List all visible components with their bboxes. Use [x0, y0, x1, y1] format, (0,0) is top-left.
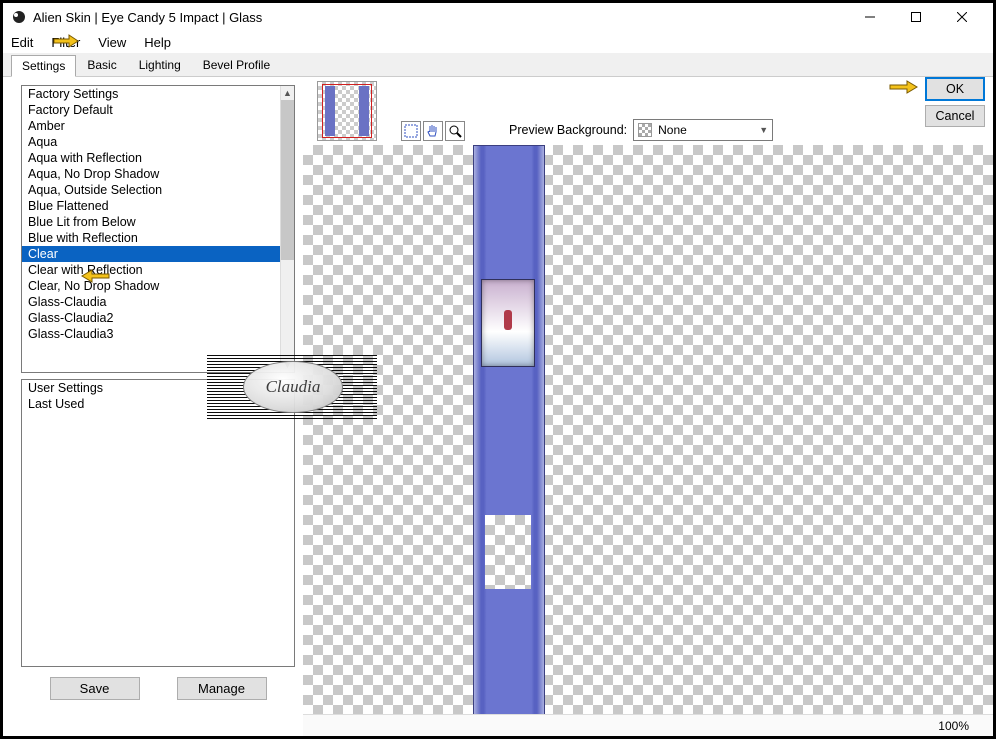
settings-panel: Factory SettingsFactory DefaultAmberAqua… [3, 77, 303, 736]
user-presets-listbox[interactable]: User SettingsLast Used [21, 379, 295, 667]
preset-item[interactable]: Aqua with Reflection [22, 150, 280, 166]
ok-button[interactable]: OK [925, 77, 985, 101]
maximize-button[interactable] [893, 3, 939, 31]
cancel-button[interactable]: Cancel [925, 105, 985, 127]
window-root: Alien Skin | Eye Candy 5 Impact | Glass … [0, 0, 996, 739]
preview-background-select[interactable]: None ▼ [633, 119, 773, 141]
scroll-up-icon[interactable]: ▲ [281, 86, 294, 100]
preset-item[interactable]: Glass-Claudia2 [22, 310, 280, 326]
zoom-level: 100% [938, 719, 969, 733]
chevron-down-icon: ▼ [759, 125, 768, 135]
dialog-action-buttons: OK Cancel [925, 77, 985, 127]
tabs-row: Settings Basic Lighting Bevel Profile [3, 53, 993, 77]
tab-bevel-profile[interactable]: Bevel Profile [192, 54, 281, 76]
preset-item[interactable]: Aqua, Outside Selection [22, 182, 280, 198]
scrollbar[interactable]: ▲ ▼ [280, 86, 294, 372]
preset-item[interactable]: Glass-Claudia [22, 294, 280, 310]
transparent-hole-preview [485, 515, 531, 589]
preset-item[interactable]: Aqua [22, 134, 280, 150]
main-content: Factory SettingsFactory DefaultAmberAqua… [3, 77, 993, 736]
transparency-swatch-icon [638, 123, 652, 137]
preset-item[interactable]: Glass-Claudia3 [22, 326, 280, 342]
preset-item[interactable]: Blue with Reflection [22, 230, 280, 246]
manage-button[interactable]: Manage [177, 677, 267, 700]
tutorial-pointer-icon [51, 29, 81, 53]
zoom-tool-icon[interactable] [445, 121, 465, 141]
preview-thumbnail[interactable] [317, 81, 377, 141]
marquee-tool-icon[interactable] [401, 121, 421, 141]
tutorial-pointer-icon [887, 77, 921, 99]
window-buttons [847, 3, 985, 31]
preview-canvas[interactable] [303, 145, 993, 714]
app-icon [11, 9, 27, 25]
preview-toolbar: Preview Background: None ▼ OK Cancel [303, 77, 993, 145]
tab-lighting[interactable]: Lighting [128, 54, 192, 76]
preset-item[interactable]: Factory Default [22, 102, 280, 118]
preset-item[interactable]: Clear, No Drop Shadow [22, 278, 280, 294]
close-button[interactable] [939, 3, 985, 31]
tutorial-pointer-icon [78, 264, 112, 288]
preset-item[interactable]: Clear with Reflection [22, 262, 280, 278]
user-preset-item[interactable]: Last Used [22, 396, 294, 412]
preset-item[interactable]: Clear [22, 246, 280, 262]
titlebar: Alien Skin | Eye Candy 5 Impact | Glass [3, 3, 993, 31]
preset-item[interactable]: Aqua, No Drop Shadow [22, 166, 280, 182]
save-button[interactable]: Save [50, 677, 140, 700]
preview-tool-icons [401, 121, 465, 141]
scroll-thumb[interactable] [281, 100, 294, 260]
hand-tool-icon[interactable] [423, 121, 443, 141]
menu-edit[interactable]: Edit [11, 35, 33, 50]
minimize-button[interactable] [847, 3, 893, 31]
glass-effect-preview [473, 145, 545, 714]
factory-presets-listbox[interactable]: Factory SettingsFactory DefaultAmberAqua… [21, 85, 295, 373]
preset-item[interactable]: Blue Lit from Below [22, 214, 280, 230]
tab-basic[interactable]: Basic [76, 54, 127, 76]
preset-item[interactable]: Amber [22, 118, 280, 134]
preset-item[interactable]: Blue Flattened [22, 198, 280, 214]
window-title: Alien Skin | Eye Candy 5 Impact | Glass [33, 10, 847, 25]
user-preset-item[interactable]: User Settings [22, 380, 294, 396]
tab-settings[interactable]: Settings [11, 55, 76, 77]
preset-buttons-row: Save Manage [21, 673, 295, 704]
menu-help[interactable]: Help [144, 35, 171, 50]
menu-view[interactable]: View [98, 35, 126, 50]
scroll-down-icon[interactable]: ▼ [281, 358, 294, 372]
embedded-image-preview [481, 279, 535, 367]
preview-background-value: None [658, 123, 759, 137]
preview-background-label: Preview Background: [509, 123, 627, 137]
preview-area: Preview Background: None ▼ OK Cancel [303, 77, 993, 736]
menubar: Edit Filter View Help [3, 31, 993, 53]
statusbar: 100% [303, 714, 993, 736]
preset-item[interactable]: Factory Settings [22, 86, 280, 102]
